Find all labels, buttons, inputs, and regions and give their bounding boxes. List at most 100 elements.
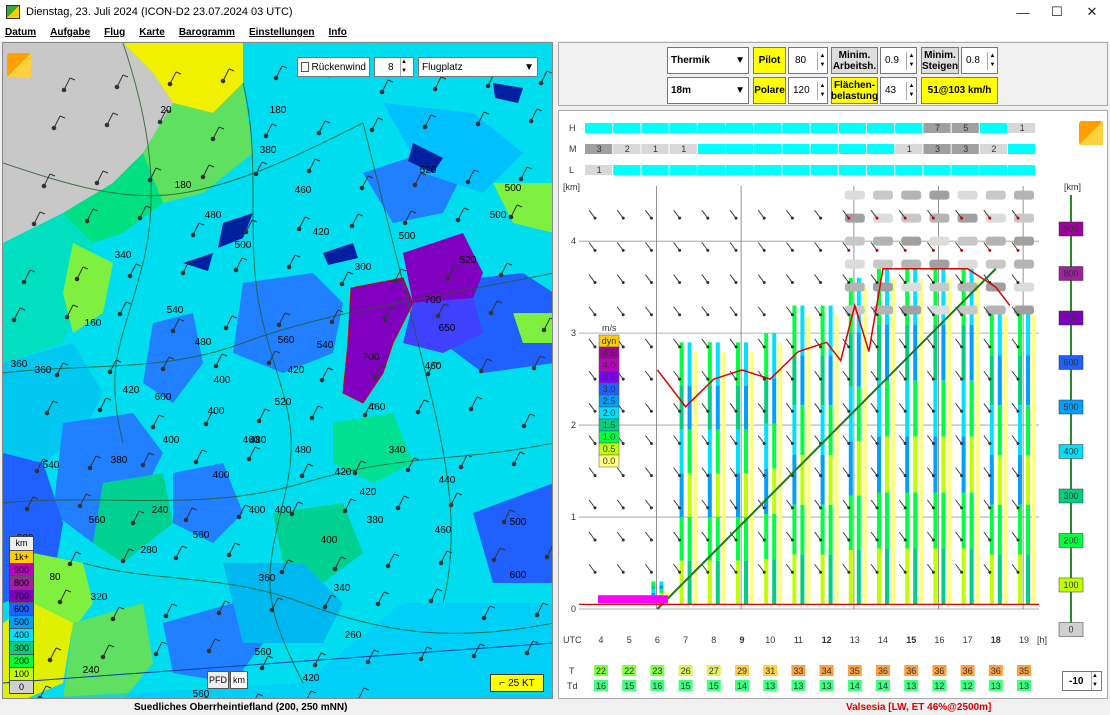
cloud-block [1014, 190, 1034, 200]
cloud-cover-value: 5 [963, 123, 968, 133]
svg-text:12: 12 [963, 681, 973, 691]
svg-text:13: 13 [1019, 681, 1029, 691]
svg-text:33: 33 [793, 666, 803, 676]
svg-text:29: 29 [737, 666, 747, 676]
span-select[interactable]: 18m ▼ [667, 77, 749, 104]
cloud-block [901, 236, 922, 246]
cloud-cover-cell [641, 165, 669, 175]
cloud-block [985, 236, 1006, 246]
spin-arrows-icon[interactable]: ▲ ▼ [817, 81, 827, 100]
map-height-label: 560 [255, 647, 272, 658]
svg-text:500: 500 [1063, 402, 1078, 412]
flaechen-spinner[interactable]: 43 ▲ ▼ [880, 77, 917, 104]
legend-entry: 800 [10, 576, 33, 589]
cloud-block [1014, 236, 1034, 246]
right-axis-unit: [km] [1064, 182, 1081, 192]
thermal-column [961, 268, 980, 605]
wind-barb-icon [645, 403, 653, 413]
minimize-button[interactable]: — [1006, 0, 1040, 24]
thermal-chart[interactable]: H 7 5 1M 3 2 1 1 1 3 3 2L 1 01234[km] [km]9008007006… [559, 111, 1109, 700]
dewpoint-cell: 15 [678, 680, 693, 691]
x-tick-label: 6 [655, 635, 660, 645]
spin-arrows-icon[interactable]: ▲ ▼ [400, 58, 410, 76]
cloud-cover-cell [867, 123, 895, 133]
map-height-label: 520 [275, 397, 292, 408]
min-steigen-label: Minim. Steigen [921, 47, 959, 74]
offset-spinner[interactable]: -10 ▲ ▼ [1062, 671, 1102, 691]
spin-arrows-icon[interactable]: ▲ ▼ [906, 81, 916, 100]
svg-text:36: 36 [963, 666, 973, 676]
svg-text:34: 34 [822, 666, 832, 676]
svg-text:900: 900 [1063, 224, 1078, 234]
svg-text:14: 14 [737, 681, 747, 691]
spin-arrows-icon[interactable]: ▲ ▼ [906, 51, 916, 70]
km-button[interactable]: km [230, 671, 248, 689]
min-arbeitsh-spinner[interactable]: 0.9 ▲ ▼ [880, 47, 917, 74]
maximize-button[interactable]: ☐ [1040, 0, 1074, 24]
dewpoint-cell: 13 [1017, 680, 1031, 691]
menu-barogramm[interactable]: Barogramm [174, 27, 244, 38]
close-button[interactable]: ✕ [1075, 0, 1109, 24]
spin-arrows-icon[interactable]: ▲ ▼ [817, 51, 827, 70]
cloud-layer-label: L [569, 165, 574, 175]
app-icon [6, 5, 20, 19]
thermal-column [848, 277, 867, 605]
svg-text:35: 35 [850, 666, 860, 676]
cloud-block [901, 259, 922, 269]
pilot-spinner[interactable]: 80 ▲ ▼ [788, 47, 828, 74]
spin-arrows-icon[interactable]: ▲ ▼ [1091, 672, 1101, 690]
menu-info[interactable]: Info [324, 27, 356, 38]
cloud-cover-cell [810, 144, 838, 154]
cloud-cover-value: 3 [597, 144, 602, 154]
rueckenwind-checkbox[interactable]: Rückenwind [297, 57, 370, 77]
thermal-map[interactable]: 20 180 380 520 500 480 500 420 300 500 460 340 180 54… [3, 43, 553, 699]
polare-spinner[interactable]: 120 ▲ ▼ [788, 77, 828, 104]
wind-barb-icon [757, 209, 766, 220]
cloud-cover-cell [641, 123, 669, 133]
map-height-label: 400 [275, 505, 292, 516]
thermal-chart-panel[interactable]: H751M32111332L1 0 1 2 3 4 [km] [km] 900 800 700 6… [558, 110, 1108, 699]
wind-barb-icon [616, 209, 625, 220]
right-axis-marker: 400 [1058, 444, 1084, 459]
cloud-block [844, 282, 865, 292]
menu-einstellungen[interactable]: Einstellungen [244, 27, 324, 38]
map-toolbar: Rückenwind 8 ▲ ▼ Flugplatz ▼ [297, 57, 538, 77]
status-location: Suedliches Oberrheintiefland (200, 250 m… [134, 702, 348, 713]
map-height-label: 180 [175, 180, 192, 191]
wind-scale-button[interactable]: ⌐ 25 KT [490, 674, 544, 692]
x-tick-label: 11 [794, 635, 803, 645]
wind-barb-icon [616, 274, 625, 285]
climb-legend-entry: 3.0 [598, 382, 620, 396]
svg-text:36: 36 [906, 666, 916, 676]
level-spinner[interactable]: 8 ▲ ▼ [374, 57, 414, 77]
menu-flug[interactable]: Flug [99, 27, 134, 38]
flaechen-label: Flächen-belastung [831, 77, 878, 104]
layer-select[interactable]: Flugplatz ▼ [418, 57, 538, 77]
pfd-button[interactable]: PFD [207, 671, 229, 689]
mode-select[interactable]: Thermik ▼ [667, 47, 749, 74]
y-axis-unit: [km] [563, 182, 580, 192]
map-height-label: 480 [195, 337, 212, 348]
svg-text:15: 15 [709, 681, 719, 691]
min-arbeitsh-value: 0.9 [885, 55, 899, 66]
menu-datum[interactable]: Datum [0, 27, 45, 38]
map-height-label: 600 [510, 570, 527, 581]
thermal-column [905, 268, 924, 605]
map-corner-icon [7, 53, 31, 77]
spin-arrows-icon[interactable]: ▲ ▼ [987, 51, 997, 70]
status-region: Valsesia [LW, ET 46%@2500m] [846, 702, 992, 713]
map-panel[interactable]: 20 180 380 520 500 480 500 420 300 500 460 340 180 54… [2, 42, 553, 699]
svg-text:27: 27 [709, 666, 719, 676]
temperature-cell: 35 [847, 665, 862, 676]
menu-karte[interactable]: Karte [134, 27, 174, 38]
wind-barb-icon [729, 306, 738, 317]
min-steigen-spinner[interactable]: 0.8 ▲ ▼ [961, 47, 998, 74]
menu-aufgabe[interactable]: Aufgabe [45, 27, 99, 38]
temperature-cell: 22 [594, 665, 608, 676]
svg-text:23: 23 [652, 666, 662, 676]
map-height-label: 340 [334, 583, 351, 594]
chevron-down-icon: ▼ [735, 85, 745, 96]
map-height-label: 560 [193, 530, 210, 541]
cloud-cover-cell [697, 165, 725, 175]
thermal-column [877, 268, 895, 605]
